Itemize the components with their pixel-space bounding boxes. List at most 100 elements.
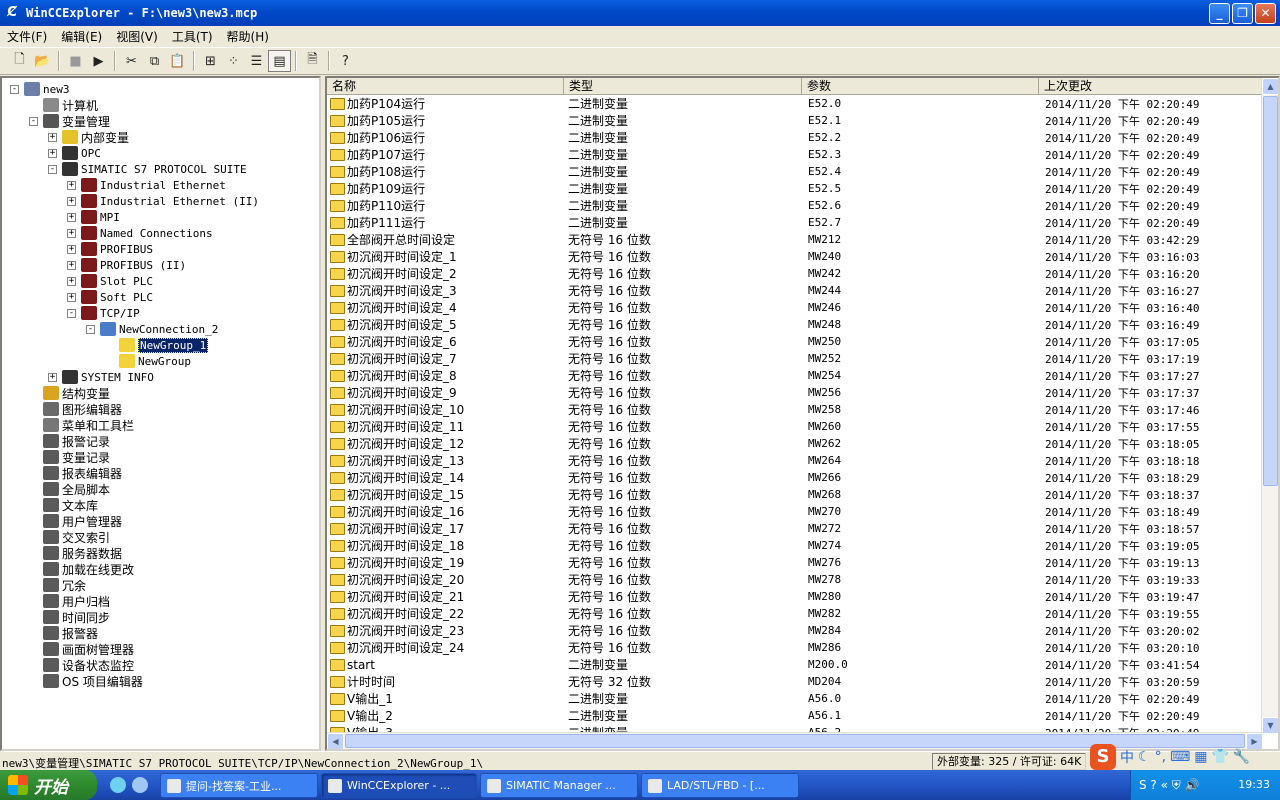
tree-expander[interactable]: + xyxy=(67,213,76,222)
tree-item[interactable]: OS 项目编辑器 xyxy=(43,673,143,689)
column-parameter[interactable]: 参数 xyxy=(802,78,1039,95)
keyboard-icon[interactable]: ⌨ xyxy=(1170,749,1190,765)
menu-file[interactable]: 文件(F) xyxy=(0,28,54,45)
table-row[interactable]: 初沉阀开时间设定_17 无符号 16 位数 MW272 2014/11/20 下午 0… xyxy=(327,520,1263,537)
table-row[interactable]: start 二进制变量 M200.0 2014/11/20 下午 03:41:54 xyxy=(327,656,1263,673)
context-help-icon[interactable]: ? xyxy=(334,50,357,72)
tree-item[interactable]: 服务器数据 xyxy=(43,545,122,561)
tree-expander[interactable]: + xyxy=(67,277,76,286)
tree-item[interactable]: Industrial Ethernet (II) xyxy=(81,193,259,209)
task-simatic-manager[interactable]: SIMATIC Manager ... xyxy=(480,773,638,798)
column-name[interactable]: 名称 xyxy=(327,78,564,95)
tree-item[interactable]: 结构变量 xyxy=(43,385,110,401)
table-row[interactable]: 全部阀开总时间设定 无符号 16 位数 MW212 2014/11/20 下午 03:… xyxy=(327,231,1263,248)
tree-item[interactable]: 交叉索引 xyxy=(43,529,110,545)
table-row[interactable]: 初沉阀开时间设定_1 无符号 16 位数 MW240 2014/11/20 下午 03… xyxy=(327,248,1263,265)
tree-item[interactable]: 设备状态监控 xyxy=(43,657,134,673)
tree-item[interactable]: Industrial Ethernet xyxy=(81,177,226,193)
moon-icon[interactable]: ☾ xyxy=(1138,749,1151,765)
list-view-icon[interactable]: ☰ xyxy=(245,50,268,72)
tree-expander[interactable]: + xyxy=(67,293,76,302)
tree-item[interactable]: 菜单和工具栏 xyxy=(43,417,134,433)
scroll-up-arrow[interactable]: ▲ xyxy=(1262,78,1278,95)
large-icons-icon[interactable]: ⊞ xyxy=(199,50,222,72)
table-row[interactable]: 初沉阀开时间设定_7 无符号 16 位数 MW252 2014/11/20 下午 03… xyxy=(327,350,1263,367)
tree-expander[interactable]: + xyxy=(67,245,76,254)
scroll-left-arrow[interactable]: ◀ xyxy=(327,733,344,749)
start-button[interactable]: 开始 xyxy=(0,770,97,800)
ime-mode[interactable]: 中 xyxy=(1120,747,1134,767)
tree-item[interactable]: 图形编辑器 xyxy=(43,401,122,417)
tree-expander[interactable]: - xyxy=(29,117,38,126)
table-row[interactable]: 初沉阀开时间设定_3 无符号 16 位数 MW244 2014/11/20 下午 03… xyxy=(327,282,1263,299)
table-row[interactable]: 初沉阀开时间设定_13 无符号 16 位数 MW264 2014/11/20 下午 0… xyxy=(327,452,1263,469)
tree-item[interactable]: 变量记录 xyxy=(43,449,110,465)
properties-icon[interactable]: 🗎 xyxy=(301,50,324,72)
task-browser[interactable]: 提问-找答案-工业... xyxy=(160,773,318,798)
column-type[interactable]: 类型 xyxy=(564,78,802,95)
vertical-scroll-thumb[interactable] xyxy=(1263,96,1278,486)
table-row[interactable]: 初沉阀开时间设定_20 无符号 16 位数 MW278 2014/11/20 下午 0… xyxy=(327,571,1263,588)
paste-icon[interactable]: 📋 xyxy=(166,50,189,72)
table-row[interactable]: 初沉阀开时间设定_4 无符号 16 位数 MW246 2014/11/20 下午 03… xyxy=(327,299,1263,316)
activate-icon[interactable]: ▶ xyxy=(87,50,110,72)
table-row[interactable]: 初沉阀开时间设定_16 无符号 16 位数 MW270 2014/11/20 下午 0… xyxy=(327,503,1263,520)
tree-item[interactable]: NewConnection_2 xyxy=(100,321,218,337)
tree-item[interactable]: 用户归档 xyxy=(43,593,110,609)
table-row[interactable]: 初沉阀开时间设定_21 无符号 16 位数 MW280 2014/11/20 下午 0… xyxy=(327,588,1263,605)
table-row[interactable]: 初沉阀开时间设定_15 无符号 16 位数 MW268 2014/11/20 下午 0… xyxy=(327,486,1263,503)
table-row[interactable]: 初沉阀开时间设定_22 无符号 16 位数 MW282 2014/11/20 下午 0… xyxy=(327,605,1263,622)
close-button[interactable]: ✕ xyxy=(1255,3,1276,24)
tree-item[interactable]: 画面树管理器 xyxy=(43,641,134,657)
table-row[interactable]: 计时时间 无符号 32 位数 MD204 2014/11/20 下午 03:20:59 xyxy=(327,673,1263,690)
tree-item[interactable]: 文本库 xyxy=(43,497,98,513)
table-row[interactable]: 初沉阀开时间设定_5 无符号 16 位数 MW248 2014/11/20 下午 03… xyxy=(327,316,1263,333)
tree-expander[interactable]: + xyxy=(48,149,57,158)
shirt-icon[interactable]: 👕 xyxy=(1211,749,1228,765)
table-row[interactable]: 初沉阀开时间设定_10 无符号 16 位数 MW258 2014/11/20 下午 0… xyxy=(327,401,1263,418)
copy-icon[interactable]: ⧉ xyxy=(143,50,166,72)
tree-item[interactable]: new3 xyxy=(24,81,70,97)
tree-expander[interactable]: - xyxy=(67,309,76,318)
tree-item[interactable]: 全局脚本 xyxy=(43,481,110,497)
tools-icon[interactable]: 🔧 xyxy=(1233,749,1250,765)
tree-item[interactable]: NewGroup_1 xyxy=(119,337,209,353)
table-row[interactable]: 加药P105运行 二进制变量 E52.1 2014/11/20 下午 02:20:49 xyxy=(327,112,1263,129)
menu-view[interactable]: 视图(V) xyxy=(109,28,165,45)
tree-item[interactable]: 报警器 xyxy=(43,625,98,641)
table-row[interactable]: 初沉阀开时间设定_14 无符号 16 位数 MW266 2014/11/20 下午 0… xyxy=(327,469,1263,486)
menu-tools[interactable]: 工具(T) xyxy=(165,28,220,45)
cut-icon[interactable]: ✂ xyxy=(120,50,143,72)
table-row[interactable]: V输出_2 二进制变量 A56.1 2014/11/20 下午 02:20:49 xyxy=(327,707,1263,724)
table-row[interactable]: 加药P110运行 二进制变量 E52.6 2014/11/20 下午 02:20:49 xyxy=(327,197,1263,214)
tree-item[interactable]: 报表编辑器 xyxy=(43,465,122,481)
table-row[interactable]: 初沉阀开时间设定_12 无符号 16 位数 MW262 2014/11/20 下午 0… xyxy=(327,435,1263,452)
new-icon[interactable]: 🗋 xyxy=(8,50,31,72)
table-row[interactable]: 初沉阀开时间设定_19 无符号 16 位数 MW276 2014/11/20 下午 0… xyxy=(327,554,1263,571)
tree-expander[interactable]: - xyxy=(10,85,19,94)
table-row[interactable]: 加药P106运行 二进制变量 E52.2 2014/11/20 下午 02:20:49 xyxy=(327,129,1263,146)
tree-item[interactable]: 加载在线更改 xyxy=(43,561,134,577)
table-row[interactable]: 初沉阀开时间设定_11 无符号 16 位数 MW260 2014/11/20 下午 0… xyxy=(327,418,1263,435)
task-wincc-explorer[interactable]: WinCCExplorer - ... xyxy=(321,773,477,798)
tree-expander[interactable]: + xyxy=(67,197,76,206)
details-view-icon[interactable]: ▤ xyxy=(268,50,291,72)
tree-item[interactable]: Soft PLC xyxy=(81,289,153,305)
punctuation-icon[interactable]: °, xyxy=(1155,749,1166,765)
tree-item[interactable]: 时间同步 xyxy=(43,609,110,625)
table-row[interactable]: V输出_1 二进制变量 A56.0 2014/11/20 下午 02:20:49 xyxy=(327,690,1263,707)
task-lad-stl-fbd[interactable]: LAD/STL/FBD - [... xyxy=(641,773,799,798)
table-row[interactable]: 加药P109运行 二进制变量 E52.5 2014/11/20 下午 02:20:49 xyxy=(327,180,1263,197)
ime-toolbar[interactable]: S 中 ☾ °, ⌨ ▦ 👕 🔧 xyxy=(1090,744,1280,770)
tree-expander[interactable]: + xyxy=(67,261,76,270)
table-row[interactable]: 初沉阀开时间设定_9 无符号 16 位数 MW256 2014/11/20 下午 03… xyxy=(327,384,1263,401)
tree-expander[interactable]: + xyxy=(48,373,57,382)
tree-item[interactable]: Slot PLC xyxy=(81,273,153,289)
table-row[interactable]: 初沉阀开时间设定_8 无符号 16 位数 MW254 2014/11/20 下午 03… xyxy=(327,367,1263,384)
tree-item[interactable]: 内部变量 xyxy=(62,129,129,145)
tree-item[interactable]: NewGroup xyxy=(119,353,191,369)
tree-item[interactable]: 变量管理 xyxy=(43,113,110,129)
clock[interactable]: 19:33 xyxy=(1238,778,1270,791)
tree-item[interactable]: 用户管理器 xyxy=(43,513,122,529)
restore-button[interactable]: ❐ xyxy=(1232,3,1253,24)
